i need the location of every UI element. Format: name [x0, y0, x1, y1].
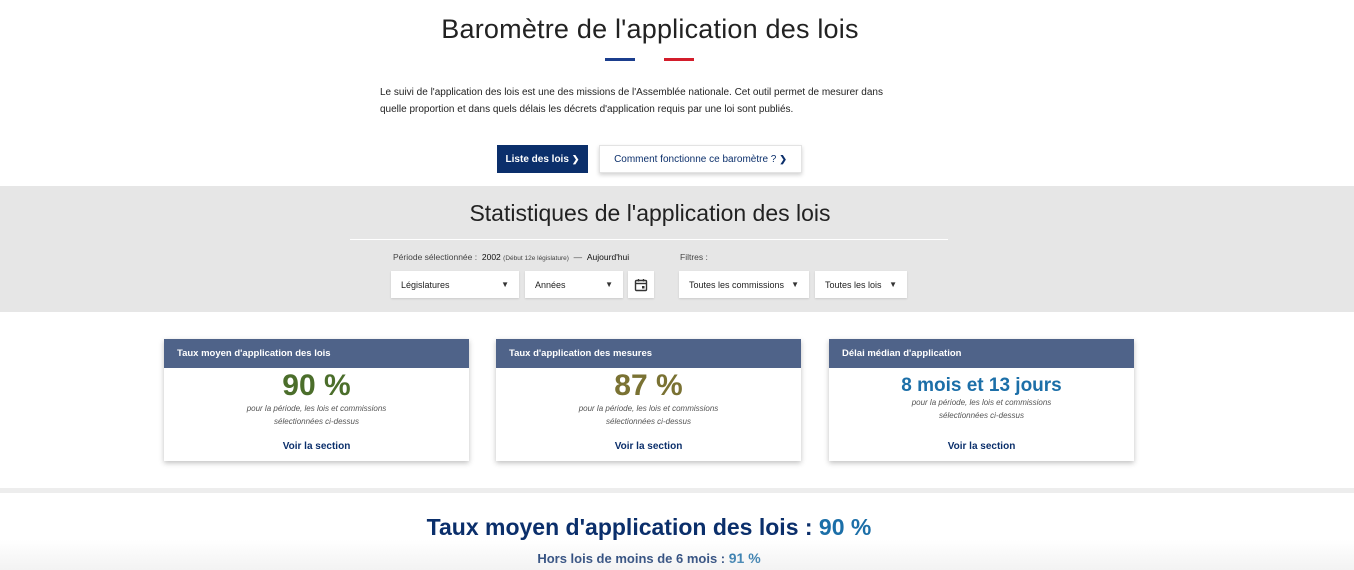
lois-select[interactable]: Toutes les lois ▼	[815, 271, 907, 298]
stats-divider	[350, 239, 948, 240]
card-description: pour la période, les lois et commissions…	[911, 398, 1052, 420]
flag-red	[664, 58, 695, 61]
card-taux-mesures: Taux d'application des mesures 87 % pour…	[496, 339, 801, 461]
commissions-select[interactable]: Toutes les commissions ▼	[679, 271, 809, 298]
card-title: Taux d'application des mesures	[496, 339, 801, 368]
voir-section-link[interactable]: Voir la section	[496, 441, 801, 452]
chevron-down-icon: ▼	[501, 280, 509, 289]
lois-value: Toutes les lois	[825, 279, 882, 290]
list-lois-label: Liste des lois	[505, 153, 569, 165]
chevron-right-icon: ❯	[779, 153, 787, 164]
commissions-value: Toutes les commissions	[689, 279, 785, 290]
card-value: 8 mois et 13 jours	[901, 375, 1062, 396]
section-title-label: Taux moyen d'application des lois :	[426, 514, 813, 540]
card-value: 90 %	[282, 369, 351, 402]
flag-blue	[605, 58, 635, 61]
tricolor-bar	[605, 58, 695, 61]
periode-label: Période sélectionnée :	[393, 252, 478, 262]
how-it-works-button[interactable]: Comment fonctionne ce baromètre ? ❯	[599, 145, 802, 173]
stats-title: Statistiques de l'application des lois	[469, 200, 831, 226]
calendar-button[interactable]	[628, 271, 654, 298]
card-description: pour la période, les lois et commissions…	[246, 404, 387, 426]
flag-white	[634, 58, 665, 61]
how-it-works-label: Comment fonctionne ce baromètre ?	[614, 153, 777, 165]
section-subtitle: Hors lois de moins de 6 mois : 91 %	[0, 550, 1298, 566]
calendar-icon	[634, 278, 648, 291]
list-lois-button[interactable]: Liste des lois ❯	[497, 145, 588, 173]
section-divider	[0, 488, 1354, 493]
periode-separator: —	[573, 252, 583, 262]
periode-start: 2002	[481, 252, 501, 262]
chevron-right-icon: ❯	[571, 153, 580, 164]
chevron-down-icon: ▼	[889, 280, 897, 289]
filtres-label: Filtres :	[680, 252, 708, 262]
annees-value: Années	[535, 279, 566, 290]
intro-text: Le suivi de l'application des lois est u…	[380, 87, 883, 115]
stats-panel: Statistiques de l'application des lois P…	[0, 186, 1354, 312]
card-taux-lois: Taux moyen d'application des lois 90 % p…	[164, 339, 469, 461]
card-description: pour la période, les lois et commissions…	[578, 404, 719, 426]
periode-info: Période sélectionnée : 2002 (Début 12e l…	[393, 252, 629, 262]
chevron-down-icon: ▼	[791, 280, 799, 289]
annees-select[interactable]: Années ▼	[525, 271, 623, 298]
voir-section-link[interactable]: Voir la section	[164, 441, 469, 452]
periode-end: Aujourd'hui	[586, 252, 630, 262]
card-title: Délai médian d'application	[829, 339, 1134, 368]
section-sub-value: 91 %	[728, 550, 761, 566]
section-title-value: 90 %	[818, 514, 872, 540]
section-title: Taux moyen d'application des lois : 90 %	[0, 514, 1298, 541]
card-delai-median: Délai médian d'application 8 mois et 13 …	[829, 339, 1134, 461]
section-sub-label: Hors lois de moins de 6 mois :	[537, 551, 726, 566]
card-value: 87 %	[614, 369, 683, 402]
page-title: Baromètre de l'application des lois	[441, 14, 859, 44]
legislatures-value: Législatures	[401, 279, 450, 290]
periode-start-note: (Début 12e législature)	[503, 255, 569, 262]
chevron-down-icon: ▼	[605, 280, 613, 289]
legislatures-select[interactable]: Législatures ▼	[391, 271, 519, 298]
voir-section-link[interactable]: Voir la section	[829, 441, 1134, 452]
card-title: Taux moyen d'application des lois	[164, 339, 469, 368]
